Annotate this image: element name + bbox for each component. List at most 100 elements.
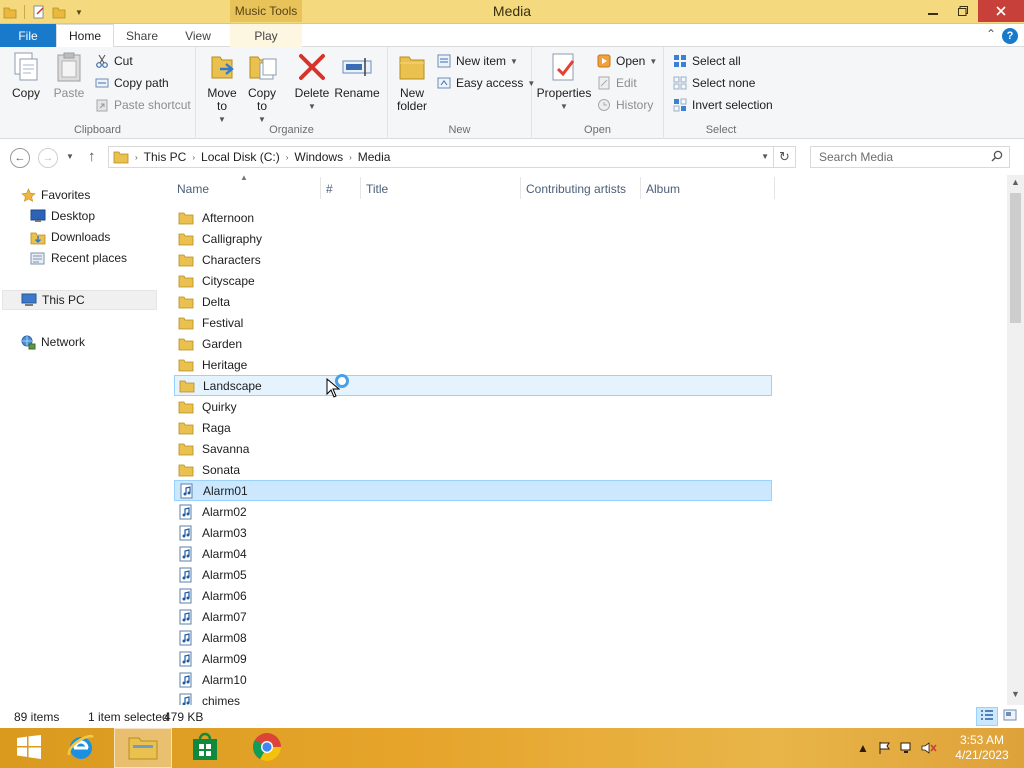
search-icon[interactable] <box>991 150 1003 165</box>
list-item[interactable]: Landscape <box>174 375 772 396</box>
list-item[interactable]: Festival <box>174 312 772 333</box>
details-view-button[interactable] <box>976 707 998 726</box>
taskbar-store[interactable] <box>176 728 234 768</box>
list-item[interactable]: Raga <box>174 417 772 438</box>
open-button[interactable]: Open ▼ <box>596 51 657 71</box>
list-item[interactable]: Alarm08 <box>174 627 772 648</box>
copy-button[interactable]: Copy <box>8 51 44 100</box>
tab-view[interactable]: View <box>170 24 226 47</box>
list-item[interactable]: Garden <box>174 333 772 354</box>
list-item[interactable]: Alarm02 <box>174 501 772 522</box>
crumb-separator-icon[interactable]: › <box>135 153 138 162</box>
crumb-media[interactable]: Media <box>358 150 391 164</box>
action-center-flag-icon[interactable] <box>874 728 896 768</box>
column-divider[interactable] <box>360 177 361 199</box>
crumb-this-pc[interactable]: This PC <box>144 150 187 164</box>
taskbar-clock[interactable]: 3:53 AM 4/21/2023 <box>940 733 1024 763</box>
scrollbar-thumb[interactable] <box>1010 193 1021 323</box>
recent-locations-dropdown-icon[interactable]: ▼ <box>66 152 74 161</box>
list-item[interactable]: Characters <box>174 249 772 270</box>
new-item-button[interactable]: New item ▼ <box>436 51 518 71</box>
taskbar-file-explorer[interactable] <box>114 728 172 768</box>
crumb-windows[interactable]: Windows <box>294 150 343 164</box>
column-header-title[interactable]: Title <box>366 182 388 196</box>
paste-button[interactable]: Paste <box>50 51 88 100</box>
vertical-scrollbar[interactable]: ▲ ▼ <box>1007 175 1024 705</box>
tab-file[interactable]: File <box>0 24 56 47</box>
list-item[interactable]: Calligraphy <box>174 228 772 249</box>
close-button[interactable] <box>978 0 1024 22</box>
list-item[interactable]: Alarm01 <box>174 480 772 501</box>
column-header-name[interactable]: Name <box>177 182 209 196</box>
tab-play[interactable]: Play <box>230 24 302 47</box>
properties-button[interactable]: Properties ▼ <box>536 51 592 113</box>
volume-muted-icon[interactable] <box>918 728 940 768</box>
list-item[interactable]: Delta <box>174 291 772 312</box>
scroll-up-arrow-icon[interactable]: ▲ <box>1007 177 1024 191</box>
list-item[interactable]: Sonata <box>174 459 772 480</box>
taskbar-chrome[interactable] <box>238 728 296 768</box>
up-arrow-icon[interactable]: ↑ <box>88 148 96 165</box>
list-item[interactable]: Alarm04 <box>174 543 772 564</box>
column-header-album[interactable]: Album <box>646 182 680 196</box>
network-status-icon[interactable] <box>896 728 918 768</box>
rename-button[interactable]: Rename <box>334 51 380 100</box>
select-all-button[interactable]: Select all <box>672 51 741 71</box>
start-button[interactable] <box>0 728 58 768</box>
list-item[interactable]: Alarm09 <box>174 648 772 669</box>
move-to-button[interactable]: Move to ▼ <box>204 51 240 126</box>
column-divider[interactable] <box>320 177 321 199</box>
cut-button[interactable]: Cut <box>94 51 133 71</box>
list-item[interactable]: Quirky <box>174 396 772 417</box>
edit-button[interactable]: Edit <box>596 73 637 93</box>
taskbar-internet-explorer[interactable] <box>52 728 110 768</box>
tab-home[interactable]: Home <box>56 24 114 48</box>
list-item[interactable]: Alarm06 <box>174 585 772 606</box>
properties-qat-icon[interactable] <box>31 4 47 20</box>
list-item[interactable]: Savanna <box>174 438 772 459</box>
forward-button[interactable]: → <box>38 148 58 168</box>
refresh-button[interactable]: ↻ <box>774 146 796 168</box>
crumb-separator-icon[interactable]: › <box>349 153 352 162</box>
nav-downloads[interactable]: Downloads <box>30 227 110 247</box>
column-header-contributing-artists[interactable]: Contributing artists <box>526 182 626 196</box>
crumb-separator-icon[interactable]: › <box>286 153 289 162</box>
delete-button[interactable]: Delete ▼ <box>292 51 332 113</box>
ribbon-collapse-icon[interactable]: ⌃ <box>986 27 996 41</box>
nav-desktop[interactable]: Desktop <box>30 206 95 226</box>
copy-to-button[interactable]: Copy to ▼ <box>244 51 280 126</box>
invert-selection-button[interactable]: Invert selection <box>672 95 773 115</box>
list-item[interactable]: Alarm05 <box>174 564 772 585</box>
minimize-button[interactable] <box>918 0 948 22</box>
paste-shortcut-button[interactable]: Paste shortcut <box>94 95 191 115</box>
new-folder-qat-icon[interactable] <box>51 4 67 20</box>
easy-access-button[interactable]: Easy access ▼ <box>436 73 535 93</box>
folder-app-icon[interactable] <box>2 4 18 20</box>
new-folder-button[interactable]: New folder <box>392 51 432 113</box>
history-button[interactable]: History <box>596 95 653 115</box>
address-dropdown-icon[interactable]: ▼ <box>761 152 769 161</box>
crumb-local-disk[interactable]: Local Disk (C:) <box>201 150 280 164</box>
list-item[interactable]: Alarm10 <box>174 669 772 690</box>
nav-recent-places[interactable]: Recent places <box>30 248 127 268</box>
large-icons-view-button[interactable] <box>1000 707 1020 726</box>
title-bar[interactable]: ▼ Music Tools Media <box>0 0 1024 24</box>
nav-favorites[interactable]: Favorites <box>20 185 90 205</box>
search-input[interactable]: Search Media <box>810 146 1010 168</box>
list-item[interactable]: Afternoon <box>174 207 772 228</box>
nav-network[interactable]: Network <box>20 332 85 352</box>
copy-path-button[interactable]: Copy path <box>94 73 169 93</box>
address-bar[interactable]: › This PC › Local Disk (C:) › Windows › … <box>108 146 774 168</box>
select-none-button[interactable]: Select none <box>672 73 755 93</box>
list-item[interactable]: Cityscape <box>174 270 772 291</box>
nav-this-pc[interactable]: This PC <box>2 290 157 310</box>
help-icon[interactable]: ? <box>1002 28 1018 44</box>
list-item[interactable]: Alarm03 <box>174 522 772 543</box>
show-hidden-icons-icon[interactable]: ▲ <box>852 728 874 768</box>
column-divider[interactable] <box>774 177 775 199</box>
column-divider[interactable] <box>640 177 641 199</box>
crumb-separator-icon[interactable]: › <box>192 153 195 162</box>
back-button[interactable]: ← <box>10 148 30 168</box>
customize-qat-icon[interactable]: ▼ <box>71 4 87 20</box>
column-header-number[interactable]: # <box>326 182 333 196</box>
